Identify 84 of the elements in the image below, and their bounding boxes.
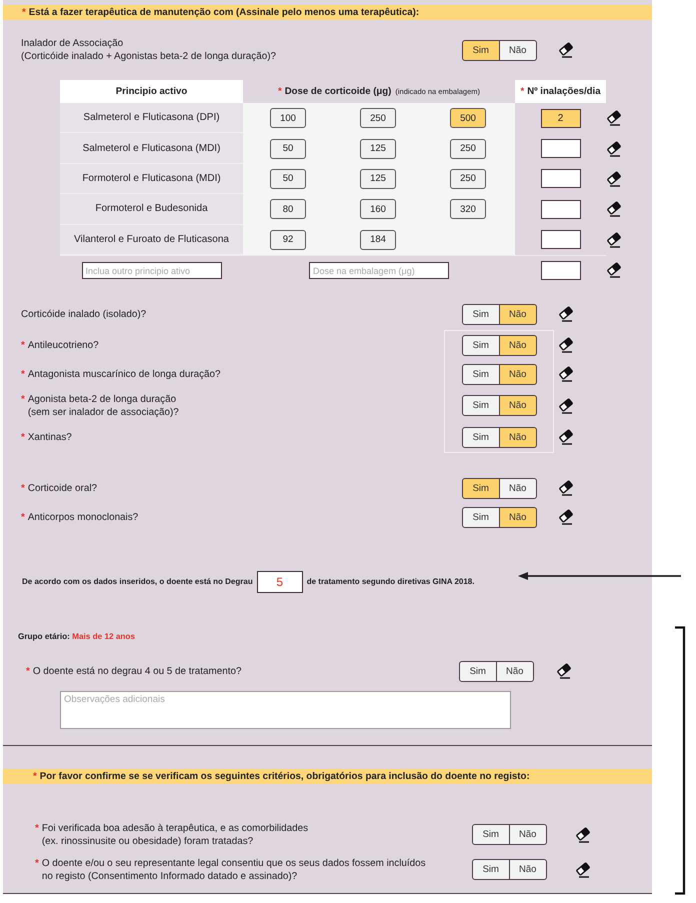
option-button[interactable]: Sim <box>462 40 500 60</box>
dose-button[interactable]: 125 <box>360 138 396 159</box>
required-mark: * <box>21 510 25 524</box>
option-button[interactable]: Não <box>510 824 547 846</box>
required-mark: * <box>21 338 25 352</box>
required-mark: * <box>35 822 39 835</box>
question-label: O doente e/ou o seu representante legal consentiu que os seus dados fossem incluídos no registo (Consentimento Informado datado e assinado)? <box>42 856 426 883</box>
required-mark: * <box>21 430 25 444</box>
notes-field[interactable]: Observações adicionais <box>60 690 511 729</box>
option-button[interactable]: Não <box>500 364 537 385</box>
question-label: Anticorpos monoclonais? <box>28 510 138 524</box>
question-label: Antileucotrieno? <box>28 338 99 352</box>
dose-button[interactable]: 80 <box>270 199 306 220</box>
question-label: Agonista beta-2 de longa duração (sem ser inalador de associação)? <box>28 392 179 419</box>
option-button[interactable]: Sim <box>472 859 510 880</box>
table-cell: Formoterol e Fluticasona (MDI) <box>60 164 243 194</box>
dose-button[interactable]: 125 <box>360 168 396 189</box>
result-text: de tratamento segundo diretivas GINA 2018. <box>306 577 474 586</box>
required-mark: * <box>21 368 25 381</box>
option-button[interactable]: Não <box>500 426 537 448</box>
dose-button[interactable]: 100 <box>270 108 306 128</box>
option-button[interactable]: Sim <box>462 478 500 499</box>
table-cell: Salmeterol e Fluticasona (DPI) <box>60 103 243 134</box>
dose-field[interactable]: Dose na embalagem (μg) <box>309 262 449 280</box>
question-label: Corticoide oral? <box>28 482 98 495</box>
option-button[interactable]: Não <box>500 304 537 325</box>
inhalations-field[interactable] <box>540 230 580 250</box>
option-button[interactable]: Sim <box>462 506 500 528</box>
required-mark: * <box>520 86 524 97</box>
option-button[interactable]: Não <box>500 478 537 499</box>
required-mark: * <box>26 664 30 678</box>
option-button[interactable]: Não <box>500 395 537 416</box>
step-field[interactable]: 5 <box>256 570 303 593</box>
option-button[interactable]: Não <box>500 334 537 356</box>
age-group-label: Grupo etário: <box>18 632 70 641</box>
question-label: Xantinas? <box>28 430 72 444</box>
required-mark: * <box>35 856 39 870</box>
dose-button[interactable]: 92 <box>270 230 306 250</box>
option-button[interactable]: Não <box>500 506 537 528</box>
option-button[interactable]: Sim <box>462 334 500 356</box>
column-header: Principio activo <box>116 86 188 97</box>
option-button[interactable]: Não <box>510 859 547 880</box>
dose-button[interactable]: 160 <box>360 199 396 220</box>
dose-button[interactable]: 250 <box>450 138 486 159</box>
option-button[interactable]: Sim <box>462 304 500 325</box>
question-label: Foi verificada boa adesão à terapêutica, e as comorbilidades (ex. rinossinusite ou obesidade) foram tratadas? <box>42 822 308 848</box>
option-button[interactable]: Sim <box>462 426 500 448</box>
dose-button[interactable]: 50 <box>270 138 306 159</box>
dose-button[interactable]: 250 <box>360 108 396 128</box>
inhalations-field[interactable] <box>540 139 580 158</box>
inhalations-field[interactable] <box>540 200 580 219</box>
question-label: O doente está no degrau 4 ou 5 de tratamento? <box>32 664 242 678</box>
option-button[interactable]: Não <box>500 40 537 60</box>
required-mark: * <box>278 86 282 97</box>
ingredient-field[interactable]: Inclua outro principio ativo <box>82 262 222 280</box>
section-header: Por favor confirme se se verificam os seguintes critérios, obrigatórios para inclusão do doente no registo: <box>40 770 530 782</box>
required-mark: * <box>33 770 37 782</box>
dose-button[interactable]: 320 <box>450 199 486 220</box>
option-button[interactable]: Sim <box>462 395 500 416</box>
section-header: Está a fazer terapêutica de manutenção com (Assinale pelo menos uma terapêutica): <box>28 7 420 18</box>
option-button[interactable]: Sim <box>472 824 510 846</box>
inhalations-field[interactable]: 2 <box>540 108 580 128</box>
option-button[interactable]: Sim <box>462 364 500 385</box>
option-button[interactable]: Sim <box>459 660 496 682</box>
required-mark: * <box>22 7 26 18</box>
question-label: Corticóide inalado (isolado)? <box>21 308 146 321</box>
inhalations-field[interactable] <box>540 261 580 280</box>
table-cell: Vilanterol e Furoato de Fluticasona <box>60 224 243 255</box>
option-button[interactable]: Não <box>496 660 534 682</box>
dose-button[interactable]: 50 <box>270 168 306 189</box>
inhalations-field[interactable] <box>540 169 580 188</box>
dose-button[interactable]: 250 <box>450 168 486 189</box>
required-mark: * <box>21 482 25 495</box>
dose-button[interactable]: 500 <box>450 108 486 128</box>
result-text: De acordo com os dados inseridos, o doente está no Degrau <box>22 577 253 586</box>
column-header: Nº inalações/dia <box>527 86 601 97</box>
age-group-value: Mais de 12 anos <box>72 632 135 641</box>
table-cell: Salmeterol e Fluticasona (MDI) <box>60 133 243 164</box>
dose-button[interactable]: 184 <box>360 230 396 250</box>
question-label: Inalador de Associação (Corticóide inalado + Agonistas beta-2 de longa duração)? <box>21 37 276 63</box>
question-label: Antagonista muscarínico de longa duração? <box>28 368 221 381</box>
table-cell: Formoterol e Budesonida <box>60 194 243 225</box>
required-mark: * <box>21 392 25 406</box>
column-header: Dose de corticoide (μg) <box>284 86 392 97</box>
